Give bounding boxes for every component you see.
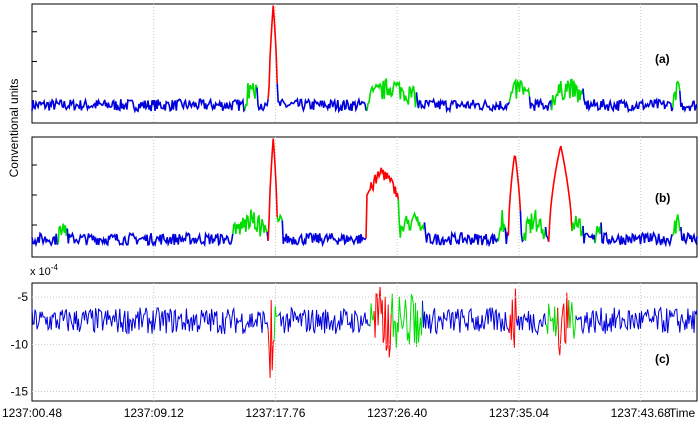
panel-label-a: (a) xyxy=(655,52,670,66)
panel-label-b: (b) xyxy=(655,191,670,205)
panel-a xyxy=(31,3,698,124)
y-exponent-label: x 10-4 xyxy=(30,263,58,278)
x-tick-label: 1237:35.04 xyxy=(489,406,549,420)
figure: Conventional units (a) (b) (c) x 10-4 Ti… xyxy=(2,3,698,420)
y-tick-label: -10 xyxy=(11,337,29,351)
panel-c xyxy=(31,282,698,402)
y-axis-label: Conventional units xyxy=(7,79,21,178)
x-tick-label: 1237:17.76 xyxy=(245,406,305,420)
x-tick-labels: 1237:00.48 1237:09.12 1237:17.76 1237:26.40… xyxy=(2,406,671,420)
panel-label-c: (c) xyxy=(655,352,670,366)
x-tick-label: 1237:00.48 xyxy=(2,406,62,420)
y-tick-label: -15 xyxy=(11,385,29,399)
x-axis-label: Time xyxy=(669,406,696,420)
x-tick-label: 1237:43.68 xyxy=(611,406,671,420)
x-tick-label: 1237:26.40 xyxy=(367,406,427,420)
plot-frame xyxy=(31,282,698,402)
x-tick-label: 1237:09.12 xyxy=(124,406,184,420)
panel-b xyxy=(31,136,698,258)
y-tick-label: -5 xyxy=(17,290,28,304)
